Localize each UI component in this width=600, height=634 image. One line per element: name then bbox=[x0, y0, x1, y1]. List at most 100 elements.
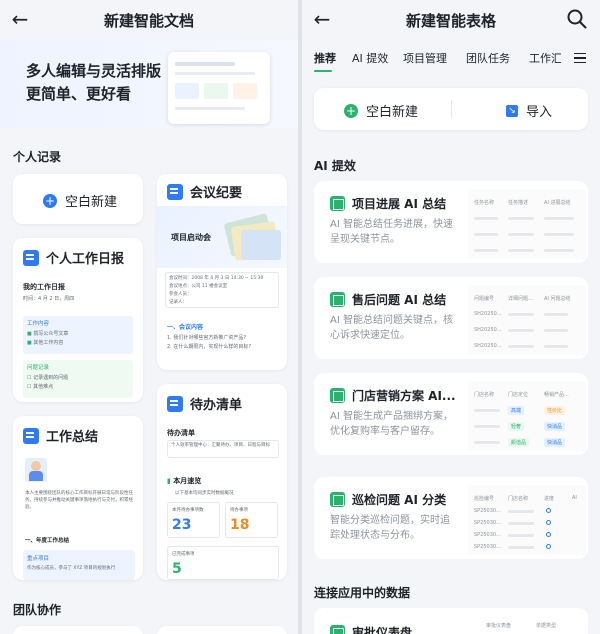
todo-stat-2: 待办事项 18 bbox=[225, 502, 278, 538]
template-meeting-minutes[interactable]: 会议纪要 项目启动会 会议时间：2008 年 4 月 3 日 14:30 ~ 1… bbox=[157, 174, 287, 370]
daily-box1-item1: ■ 撰写公众号文章 bbox=[27, 331, 69, 337]
tab-team-task[interactable]: 团队任务 bbox=[466, 50, 510, 66]
meeting-section-1: 一、会议内容 bbox=[167, 324, 204, 331]
doc-icon bbox=[167, 183, 183, 200]
sheet-icon bbox=[330, 196, 345, 211]
meeting-people: 参会人员： bbox=[169, 292, 192, 297]
top-bar: ← 新建智能表格 bbox=[302, 0, 600, 40]
template-preview: 门店名称 门店定位 畅销产品... 高端 性价比 轻奢 快消品 颜值品 快消品 bbox=[468, 381, 586, 451]
template-preview: 巡检编号 门店名称 进度 AI SP25030... SP25030... SP… bbox=[468, 485, 586, 555]
section-connect-title: 连接应用中的数据 bbox=[314, 586, 411, 600]
doc-icon bbox=[167, 395, 183, 412]
blank-new-sheet-button[interactable]: + 空白新建 bbox=[344, 101, 418, 120]
todo-stat-1: 本月待办事项数 23 bbox=[167, 502, 220, 538]
template-title: 门店营销方案 AI... bbox=[352, 389, 456, 403]
daily-box2-title: 问题记录 bbox=[27, 365, 50, 371]
hero-line1: 多人编辑与灵活排版 bbox=[26, 62, 162, 80]
template-todo-list[interactable]: 待办清单 待办清单 个人效率管理中心：汇聚待办、项目、日程与目标 ▮ 本月速览 … bbox=[157, 384, 287, 580]
todo-subtitle: 待办清单 bbox=[167, 429, 195, 437]
daily-subtitle: 我的工作日报 bbox=[23, 283, 65, 291]
todo-desc: 个人效率管理中心：汇聚待办、项目、日程与目标 bbox=[171, 443, 270, 448]
template-title: 审批仪表盘 bbox=[352, 626, 413, 634]
avatar bbox=[25, 458, 47, 482]
template-desc: 智能分类巡检问题，实时追踪处理状态与分布。 bbox=[330, 515, 450, 541]
import-label: 导入 bbox=[526, 105, 553, 120]
sheet-icon bbox=[330, 388, 345, 403]
doc-icon bbox=[23, 427, 39, 444]
search-icon[interactable] bbox=[566, 8, 588, 30]
page-title: 新建智能文档 bbox=[103, 11, 194, 30]
blank-new-label: 空白新建 bbox=[65, 195, 118, 210]
import-button[interactable]: ↘ 导入 bbox=[506, 101, 552, 120]
plus-icon: + bbox=[344, 103, 358, 118]
smart-sheet-screen: ← 新建智能表格 推荐 AI 提效 项目管理 团队任务 工作汇 + 空白新建 ↘… bbox=[302, 0, 600, 634]
sheet-icon bbox=[330, 625, 345, 634]
hero-preview-image bbox=[168, 52, 270, 124]
template-daily-report[interactable]: 个人工作日报 我的工作日报 时间：4 月 2 日，周四 工作内容 ■ 撰写公众号… bbox=[13, 238, 143, 402]
template-title: 工作总结 bbox=[46, 430, 99, 445]
team-template-card[interactable] bbox=[13, 626, 143, 634]
todo-hint: 以下基本均同步实时数据概况 bbox=[175, 491, 234, 496]
preview-col: 审批仪表盘 bbox=[486, 623, 512, 629]
template-title: 会议纪要 bbox=[190, 186, 243, 201]
daily-box1-title: 工作内容 bbox=[27, 321, 50, 327]
page-title: 新建智能表格 bbox=[405, 11, 496, 30]
section-team-title: 团队协作 bbox=[13, 603, 62, 617]
daily-work-box: 工作内容 ■ 撰写公众号文章 ■ 其他工作内容 bbox=[23, 316, 133, 354]
hero-line2: 更简单、更好看 bbox=[26, 85, 132, 103]
blank-new-doc-button[interactable]: + 空白新建 bbox=[13, 174, 143, 224]
team-template-card[interactable] bbox=[157, 626, 287, 634]
import-icon: ↘ bbox=[506, 104, 518, 117]
plus-icon: + bbox=[43, 193, 57, 208]
template-approval-dashboard[interactable]: 审批仪表盘 审批仪表盘 单据类型 bbox=[314, 608, 588, 634]
smart-doc-screen: ← 新建智能文档 多人编辑与灵活排版 更简单、更好看 个人记录 + 空白新建 会… bbox=[0, 0, 298, 634]
daily-box2-item2: ☐ 其他难点 bbox=[27, 384, 54, 390]
tab-active-indicator bbox=[314, 70, 332, 72]
category-tabs: 推荐 AI 提效 项目管理 团队任务 工作汇 bbox=[302, 44, 600, 74]
template-desc: AI 智能总结问题关键点，核心诉求快速定位。 bbox=[330, 315, 453, 341]
template-preview: 问题编号 详细问题... AI 问题总结 SH20250... SH20250.… bbox=[468, 285, 586, 355]
blank-new-label: 空白新建 bbox=[366, 105, 419, 120]
daily-box1-item2: ■ 其他工作内容 bbox=[27, 340, 64, 346]
meeting-recorder: 记录人： bbox=[169, 300, 187, 305]
menu-icon[interactable] bbox=[574, 53, 586, 63]
template-preview: 任务名称 任务描述 AI 进展总结 bbox=[468, 189, 586, 259]
action-bar: + 空白新建 ↘ 导入 bbox=[314, 88, 588, 130]
tab-recommend[interactable]: 推荐 bbox=[314, 50, 336, 66]
tab-work[interactable]: 工作汇 bbox=[529, 50, 561, 66]
back-arrow-icon[interactable]: ← bbox=[310, 6, 334, 32]
todo-month: ▮ 本月速览 bbox=[167, 477, 202, 485]
summary-highlight-title: 重点项目 bbox=[27, 556, 50, 562]
tab-ai[interactable]: AI 提效 bbox=[352, 50, 388, 66]
section-personal-title: 个人记录 bbox=[13, 150, 62, 164]
template-work-summary[interactable]: 工作总结 本人主要围绕团队的核心工作目标开展日常与阶段性任务。持续参与并推动关键… bbox=[13, 416, 143, 580]
sheet-icon bbox=[330, 492, 345, 507]
template-desc: AI 智能总结任务进展，快速呈现关键节点。 bbox=[330, 219, 453, 245]
meeting-cover-image: 项目启动会 bbox=[157, 206, 287, 268]
daily-time: 时间：4 月 2 日，周四 bbox=[23, 296, 75, 302]
template-store-marketing[interactable]: 门店营销方案 AI... AI 智能生成产品捆绑方案，优化复购率与客户留存。 门… bbox=[314, 373, 588, 455]
summary-body: 本人主要围绕团队的核心工作目标开展日常与阶段性任务。持续参与并推动关键事项落地执… bbox=[25, 491, 133, 510]
section-ai-title: AI 提效 bbox=[314, 159, 356, 173]
template-title: 个人工作日报 bbox=[46, 252, 125, 267]
doc-icon bbox=[23, 249, 39, 266]
back-arrow-icon[interactable]: ← bbox=[8, 6, 32, 32]
template-project-progress[interactable]: 项目进展 AI 总结 AI 智能总结任务进展，快速呈现关键节点。 任务名称 任务… bbox=[314, 181, 588, 263]
template-desc: AI 智能生成产品捆绑方案，优化复购率与客户留存。 bbox=[330, 411, 453, 437]
summary-section-1: 一、年度工作总结 bbox=[25, 538, 70, 544]
template-title: 项目进展 AI 总结 bbox=[352, 197, 447, 211]
meeting-item-1: 1. 我们针对哪些官方新推广资产品? bbox=[167, 335, 247, 341]
daily-box2-item1: ☐ 记录遇到的问题 bbox=[27, 375, 69, 381]
template-after-sales[interactable]: 售后问题 AI 总结 AI 智能总结问题关键点，核心诉求快速定位。 问题编号 详… bbox=[314, 277, 588, 359]
template-title: 待办清单 bbox=[190, 398, 243, 413]
hero-text: 多人编辑与灵活排版 更简单、更好看 bbox=[26, 60, 166, 106]
daily-issue-box: 问题记录 ☐ 记录遇到的问题 ☐ 其他难点 bbox=[23, 360, 133, 398]
tab-project[interactable]: 项目管理 bbox=[403, 50, 447, 66]
todo-stat-3: 已完成事项 5 bbox=[167, 546, 279, 580]
template-title: 售后问题 AI 总结 bbox=[352, 293, 447, 307]
preview-col: 单据类型 bbox=[536, 623, 557, 629]
meeting-cover-title: 项目启动会 bbox=[171, 233, 211, 242]
top-bar: ← 新建智能文档 bbox=[0, 0, 298, 40]
template-inspection[interactable]: 巡检问题 AI 分类 智能分类巡检问题，实时追踪处理状态与分布。 巡检编号 门店… bbox=[314, 477, 588, 559]
sheet-icon bbox=[330, 292, 345, 307]
